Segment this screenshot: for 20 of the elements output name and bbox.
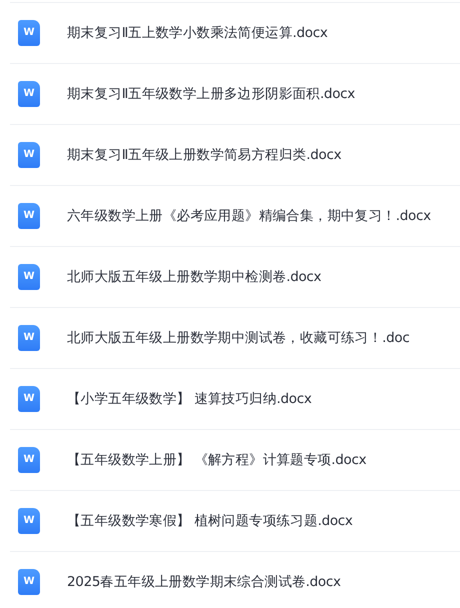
document-icon: W	[18, 447, 40, 473]
file-name[interactable]: 北师大版五年级上册数学期中检测卷.docx	[67, 266, 322, 288]
document-icon: W	[18, 386, 40, 412]
document-icon: W	[18, 264, 40, 290]
document-icon: W	[18, 142, 40, 168]
file-name[interactable]: 六年级数学上册《必考应用题》精编合集，期中复习！.docx	[67, 206, 431, 226]
file-name[interactable]: 北师大版五年级上册数学期中测试卷，收藏可练习！.doc	[67, 328, 410, 348]
document-icon: W	[18, 203, 40, 229]
document-icon: W	[18, 20, 40, 46]
file-name[interactable]: 期末复习Ⅱ五年级数学上册多边形阴影面积.docx	[67, 84, 355, 104]
file-name[interactable]: 【五年级数学上册】 《解方程》计算题专项.docx	[67, 450, 366, 470]
document-icon: W	[18, 569, 40, 595]
file-name[interactable]: 2025春五年级上册数学期末综合测试卷.docx	[67, 572, 341, 592]
file-name[interactable]: 期末复习Ⅱ五上数学小数乘法简便运算.docx	[67, 22, 328, 44]
file-name[interactable]: 期末复习Ⅱ五年级上册数学简易方程归类.docx	[67, 144, 342, 166]
document-icon: W	[18, 508, 40, 534]
document-icon: W	[18, 81, 40, 107]
file-name[interactable]: 【五年级数学寒假】 植树问题专项练习题.docx	[67, 510, 353, 532]
file-name[interactable]: 【小学五年级数学】 速算技巧归纳.docx	[67, 388, 312, 410]
document-icon: W	[18, 325, 40, 351]
